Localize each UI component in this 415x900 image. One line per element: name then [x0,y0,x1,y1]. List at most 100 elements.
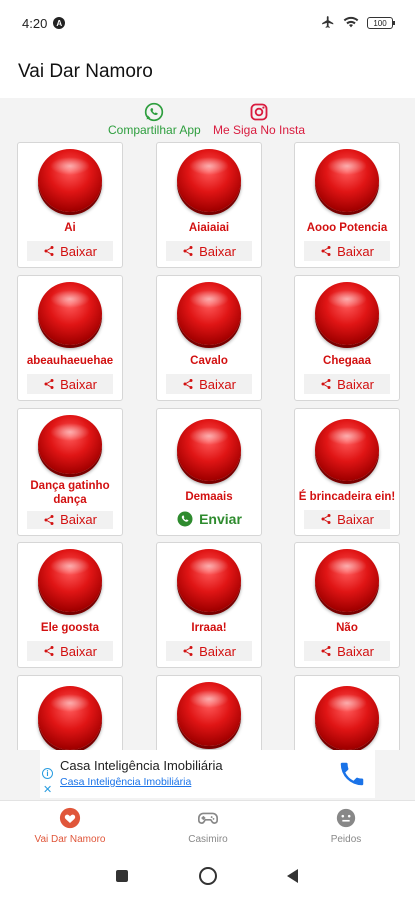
send-whatsapp-button[interactable]: Enviar [166,510,252,529]
download-label: Baixar [199,643,236,659]
nav-item-casimiro[interactable]: Casimiro [153,807,263,845]
red-sound-button[interactable] [38,149,102,213]
nav-item-peidos[interactable]: Peidos [291,807,401,845]
download-button[interactable]: Baixar [27,510,113,529]
sound-card[interactable]: É brincadeira ein! Baixar [294,408,400,536]
face-icon [336,808,356,828]
home-icon[interactable] [199,867,217,885]
sound-card[interactable]: abeauhaeuehae Baixar [17,275,123,401]
sound-card[interactable]: Dança gatinho dança Baixar [17,408,123,536]
red-sound-button[interactable] [177,419,241,481]
red-sound-button[interactable] [177,549,241,613]
red-sound-button[interactable] [38,415,102,474]
sound-label: Dança gatinho dança [30,479,110,506]
sound-card[interactable] [156,675,262,750]
share-app-label: Compartilhar App [108,123,201,137]
download-label: Baixar [337,376,374,392]
sound-label: É brincadeira ein! [298,490,396,503]
share-icon [321,514,331,525]
share-icon [44,379,54,390]
share-icon [44,514,54,525]
sound-board[interactable]: Compartilhar App Me Siga No Insta Ai Bai… [0,98,415,750]
red-sound-button[interactable] [177,282,241,346]
download-button[interactable]: Baixar [304,509,390,529]
download-button[interactable]: Baixar [27,374,113,394]
sound-label: Ele goosta [40,622,100,635]
download-button[interactable]: Baixar [304,641,390,661]
sound-card[interactable] [294,675,400,750]
download-button[interactable]: Baixar [27,241,113,261]
ad-link[interactable]: Casa Inteligência Imobiliária [60,776,191,788]
download-button[interactable]: Baixar [304,374,390,394]
sound-label: abeauhaeuehae [26,355,114,368]
share-row: Compartilhar App Me Siga No Insta [0,98,415,140]
nav-label: Casimiro [188,834,228,845]
sound-card[interactable]: Aiaiaiai Baixar [156,142,262,268]
send-label: Enviar [199,511,242,528]
wifi-icon [343,15,359,32]
sound-card[interactable]: Cavalo Baixar [156,275,262,401]
share-icon [183,379,193,390]
share-icon [44,646,54,657]
download-label: Baixar [60,643,97,659]
share-icon [321,379,331,390]
red-sound-button[interactable] [315,686,379,750]
ad-banner[interactable]: i ✕ Casa Inteligência Imobiliária Casa I… [40,750,375,798]
recent-apps-icon[interactable] [116,870,128,882]
red-sound-button[interactable] [38,686,102,750]
sound-card[interactable] [17,675,123,750]
share-icon [44,246,54,257]
status-icons: 100 [321,15,395,32]
ad-close-icon[interactable]: ✕ [43,783,52,796]
page-title: Vai Dar Namoro [18,61,153,82]
instagram-follow-label: Me Siga No Insta [213,123,306,137]
download-label: Baixar [60,512,97,528]
instagram-follow-button[interactable]: Me Siga No Insta [213,102,305,137]
download-button[interactable]: Baixar [166,641,252,661]
whatsapp-icon [145,102,164,122]
share-icon [183,246,193,257]
red-sound-button[interactable] [315,549,379,613]
red-sound-button[interactable] [177,682,241,746]
download-button[interactable]: Baixar [304,241,390,261]
ad-info-icon[interactable]: i [42,768,53,779]
download-label: Baixar [337,511,374,527]
red-sound-button[interactable] [315,419,379,481]
accessibility-badge-icon: A [53,17,66,29]
back-icon[interactable] [287,869,298,883]
nav-item-vai-dar-namoro[interactable]: Vai Dar Namoro [15,807,125,845]
sound-card[interactable]: Irraaa! Baixar [156,542,262,668]
sound-card[interactable]: Não Baixar [294,542,400,668]
download-button[interactable]: Baixar [27,641,113,661]
bottom-navigation: Vai Dar Namoro Casimiro Peidos [0,800,415,852]
sound-card[interactable]: Chegaaa Baixar [294,275,400,401]
sound-label: Não [336,622,358,635]
red-sound-button[interactable] [315,149,379,213]
download-button[interactable]: Baixar [166,241,252,261]
download-label: Baixar [199,376,236,392]
sound-card[interactable]: Ai Baixar [17,142,123,268]
sound-card[interactable]: Demaais Enviar [156,408,262,536]
sound-card[interactable]: Ele goosta Baixar [17,542,123,668]
system-navigation-bar [0,852,415,900]
sound-label: Cavalo [190,355,228,368]
airplane-icon [321,15,335,32]
download-label: Baixar [60,243,97,259]
red-sound-button[interactable] [177,149,241,213]
red-sound-button[interactable] [38,282,102,346]
heart-icon [59,807,81,829]
instagram-icon [250,103,268,121]
share-app-button[interactable]: Compartilhar App [108,102,201,137]
phone-icon[interactable] [337,759,367,789]
share-icon [321,646,331,657]
red-sound-button[interactable] [315,282,379,346]
sound-label: Demaais [185,490,233,503]
nav-label: Peidos [330,834,362,845]
download-button[interactable]: Baixar [166,374,252,394]
share-icon [321,246,331,257]
ad-title: Casa Inteligência Imobiliária [60,758,223,773]
sound-card[interactable]: Aooo Potencia Baixar [294,142,400,268]
red-sound-button[interactable] [38,549,102,613]
download-label: Baixar [199,243,236,259]
sound-label: Ai [64,222,76,235]
